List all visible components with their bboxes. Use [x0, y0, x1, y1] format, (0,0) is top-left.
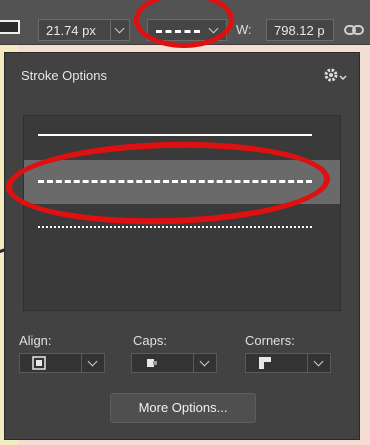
gear-icon[interactable] — [323, 67, 347, 83]
panel-title: Stroke Options — [21, 68, 107, 83]
chevron-down-icon — [313, 356, 324, 367]
stroke-width-dropdown[interactable] — [110, 20, 129, 40]
dropdown-divider — [307, 354, 308, 372]
chevron-down-icon — [87, 356, 98, 367]
canvas-artwork-edge — [360, 44, 370, 445]
shape-width-field[interactable]: 798.12 p — [266, 19, 334, 41]
corners-label: Corners: — [245, 333, 295, 348]
corner-miter-icon — [259, 357, 271, 369]
align-inside-icon — [32, 356, 46, 370]
width-label: W: — [236, 22, 252, 37]
caps-label: Caps: — [133, 333, 167, 348]
dropdown-divider — [193, 354, 194, 372]
align-label: Align: — [19, 333, 52, 348]
shape-width-value[interactable]: 798.12 p — [274, 23, 325, 38]
stroke-width-value[interactable]: 21.74 px — [46, 23, 96, 38]
solid-line-preview — [38, 134, 312, 136]
caps-dropdown[interactable] — [131, 353, 217, 373]
cap-square-icon — [147, 359, 157, 367]
dropdown-divider — [81, 354, 82, 372]
more-options-button[interactable]: More Options... — [110, 393, 256, 423]
dotted-line-preview — [38, 226, 312, 228]
stroke-width-field[interactable]: 21.74 px — [38, 19, 130, 41]
stroke-options-panel: Stroke Options Align: Caps: Corners: Mor… — [4, 52, 360, 440]
chevron-down-icon — [199, 356, 210, 367]
link-icon[interactable] — [344, 24, 370, 36]
corners-dropdown[interactable] — [245, 353, 331, 373]
align-dropdown[interactable] — [19, 353, 105, 373]
chevron-down-icon — [114, 23, 125, 34]
stroke-color-swatch[interactable] — [0, 20, 20, 34]
